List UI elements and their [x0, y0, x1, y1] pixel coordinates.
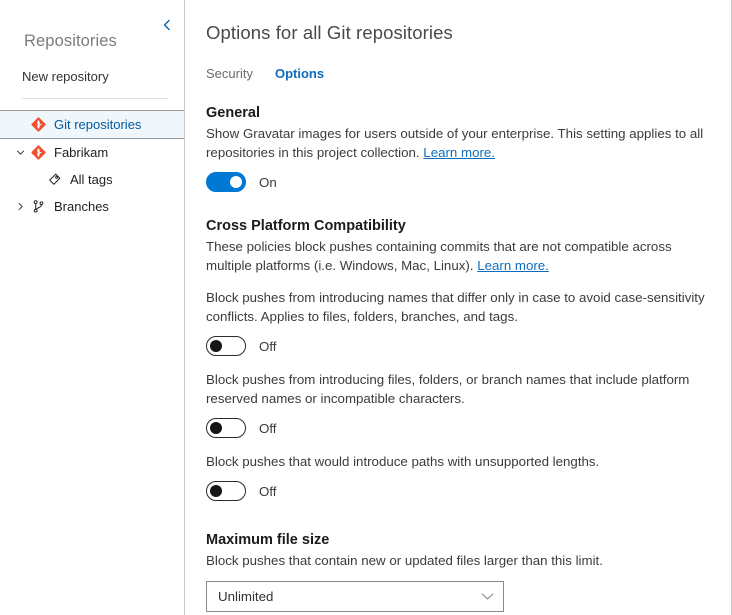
policy-case-sensitivity-toggle[interactable] — [206, 336, 246, 356]
sidebar-item-label: All tags — [70, 173, 113, 186]
sidebar-title: Repositories — [0, 0, 184, 51]
page-title: Options for all Git repositories — [206, 22, 717, 44]
tab-options[interactable]: Options — [275, 67, 324, 80]
policy-path-length-toggle[interactable] — [206, 481, 246, 501]
section-max-file-size-heading: Maximum file size — [206, 532, 717, 548]
section-cpc-description: These policies block pushes containing c… — [206, 237, 717, 275]
policy-path-length-toggle-label: Off — [259, 484, 277, 499]
toggle-knob — [230, 176, 242, 188]
sidebar-item-all-tags[interactable]: All tags — [0, 166, 184, 193]
sidebar-item-label: Branches — [54, 200, 109, 213]
sidebar-item-label: Fabrikam — [54, 146, 108, 159]
tab-security[interactable]: Security — [206, 67, 253, 80]
policy-reserved-names-description: Block pushes from introducing files, fol… — [206, 370, 717, 408]
section-cross-platform-compatibility: Cross Platform Compatibility These polic… — [206, 218, 717, 502]
sidebar: Repositories New repository Git reposito… — [0, 0, 185, 615]
new-repository-link[interactable]: New repository — [0, 51, 184, 84]
max-file-size-dropdown[interactable]: Unlimited — [206, 581, 504, 612]
section-general-description: Show Gravatar images for users outside o… — [206, 124, 717, 162]
tab-bar: Security Options — [206, 63, 717, 83]
git-repository-icon — [28, 145, 48, 160]
chevron-down-icon — [481, 592, 494, 601]
policy-path-length-toggle-row: Off — [206, 480, 717, 502]
section-max-file-size-description: Block pushes that contain new or updated… — [206, 551, 717, 570]
sidebar-collapse-button[interactable] — [158, 16, 176, 34]
learn-more-link-general[interactable]: Learn more. — [423, 145, 495, 160]
policy-reserved-names-toggle-label: Off — [259, 421, 277, 436]
policy-path-length-description: Block pushes that would introduce paths … — [206, 452, 717, 471]
main-content: Options for all Git repositories Securit… — [185, 0, 731, 615]
sidebar-item-git-repositories[interactable]: Git repositories — [0, 110, 184, 139]
gravatar-toggle[interactable] — [206, 172, 246, 192]
section-maximum-file-size: Maximum file size Block pushes that cont… — [206, 532, 717, 612]
policy-reserved-names-toggle-row: Off — [206, 417, 717, 439]
git-repository-icon — [28, 117, 48, 132]
toggle-knob — [210, 485, 222, 497]
chevron-left-icon — [162, 19, 172, 31]
toggle-knob — [210, 422, 222, 434]
chevron-right-icon[interactable] — [12, 202, 28, 211]
policy-case-sensitivity-description: Block pushes from introducing names that… — [206, 288, 717, 326]
section-cpc-heading: Cross Platform Compatibility — [206, 218, 717, 234]
sidebar-item-label: Git repositories — [54, 118, 141, 131]
cpc-description-text: These policies block pushes containing c… — [206, 239, 672, 273]
toggle-knob — [210, 340, 222, 352]
max-file-size-value: Unlimited — [218, 589, 273, 604]
gravatar-toggle-row: On — [206, 171, 717, 193]
repository-settings-page: Repositories New repository Git reposito… — [0, 0, 732, 615]
policy-case-sensitivity-toggle-row: Off — [206, 335, 717, 357]
section-general-heading: General — [206, 105, 717, 121]
policy-reserved-names-toggle[interactable] — [206, 418, 246, 438]
chevron-down-icon[interactable] — [12, 148, 28, 157]
gravatar-toggle-label: On — [259, 175, 277, 190]
sidebar-divider — [22, 98, 168, 99]
sidebar-item-branches[interactable]: Branches — [0, 193, 184, 220]
tag-icon — [44, 172, 64, 187]
learn-more-link-cpc[interactable]: Learn more. — [477, 258, 549, 273]
repository-tree: Git repositories — [0, 110, 184, 220]
section-general: General Show Gravatar images for users o… — [206, 105, 717, 193]
sidebar-item-fabrikam[interactable]: Fabrikam — [0, 139, 184, 166]
branch-icon — [28, 199, 48, 214]
policy-case-sensitivity-toggle-label: Off — [259, 339, 277, 354]
